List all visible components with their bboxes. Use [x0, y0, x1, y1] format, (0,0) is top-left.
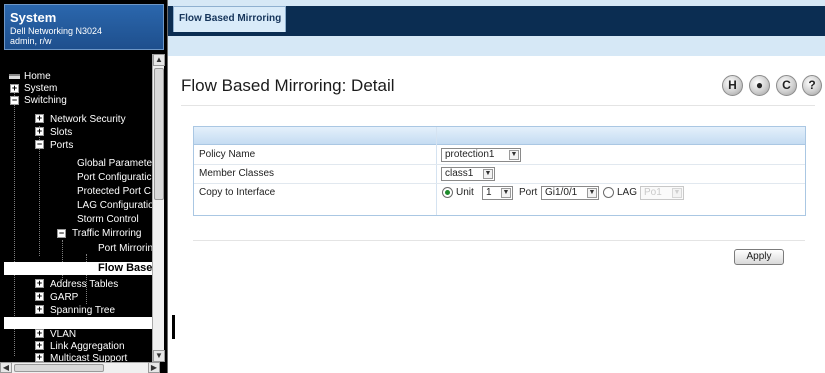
selected-row-highlight [4, 317, 152, 329]
unit-radio[interactable] [442, 187, 453, 198]
page-title: Flow Based Mirroring: Detail [181, 76, 395, 95]
chevron-down-icon: ▼ [587, 188, 597, 198]
nav-item-port-mirroring[interactable]: Port Mirrorin [98, 243, 152, 255]
apply-button[interactable]: Apply [734, 249, 784, 265]
system-header: System Dell Networking N3024 admin, r/w [4, 4, 164, 50]
nav-item-protected-port[interactable]: Protected Port C [77, 186, 151, 198]
plus-icon[interactable]: + [10, 84, 19, 93]
minus-icon[interactable]: − [57, 229, 66, 238]
nav-item-switching[interactable]: Switching [24, 95, 67, 107]
device-name: Dell Networking N3024 [10, 26, 103, 36]
port-value: Gi1/0/1 [545, 187, 578, 198]
lag-radio-label: LAG [617, 187, 638, 198]
nav-item-vlan[interactable]: VLAN [50, 329, 76, 341]
plus-icon[interactable]: + [35, 127, 44, 136]
plus-icon[interactable]: + [35, 279, 44, 288]
lag-radio[interactable] [603, 187, 614, 198]
selected-item-row: Flow Base [4, 262, 152, 275]
unit-select[interactable]: 1 ▼ [482, 186, 513, 200]
row-policy-name: Policy Name protection1 ▼ [194, 146, 805, 165]
apply-divider [193, 240, 805, 241]
nav-tree-panel: Home + System − Switching + Network Secu… [4, 54, 152, 362]
lag-value: Po1 [644, 187, 662, 198]
plus-icon[interactable]: + [35, 341, 44, 350]
plus-icon[interactable]: + [35, 329, 44, 338]
nav-item-garp[interactable]: GARP [50, 292, 78, 304]
scroll-left-icon[interactable]: ◀ [0, 362, 12, 373]
plus-icon[interactable]: + [35, 353, 44, 362]
nav-item-system[interactable]: System [24, 83, 57, 95]
chevron-down-icon: ▼ [501, 188, 511, 198]
splitter-handle[interactable] [172, 315, 175, 339]
nav-vertical-scrollbar[interactable]: ▲ ▼ [152, 54, 165, 362]
sidebar: System Dell Networking N3024 admin, r/w … [0, 0, 168, 373]
help-icon[interactable]: ? [802, 75, 822, 96]
tab-flow-based-mirroring[interactable]: Flow Based Mirroring [173, 6, 286, 32]
plus-icon[interactable]: + [35, 292, 44, 301]
title-divider [181, 105, 815, 106]
app-window: System Dell Networking N3024 admin, r/w … [0, 0, 825, 373]
minus-icon[interactable]: − [10, 96, 19, 105]
scroll-thumb[interactable] [14, 364, 104, 372]
member-classes-value: class1 [445, 168, 474, 179]
scroll-up-icon[interactable]: ▲ [153, 54, 165, 66]
member-classes-select[interactable]: class1 ▼ [441, 167, 495, 181]
nav-item-link-aggregation[interactable]: Link Aggregation [50, 341, 125, 353]
nav-tree: Home + System − Switching + Network Secu… [4, 54, 152, 362]
chevron-down-icon: ▼ [483, 169, 493, 179]
print-icon[interactable]: ● [749, 75, 770, 96]
chevron-down-icon: ▼ [672, 188, 682, 198]
chevron-down-icon: ▼ [509, 150, 519, 160]
lag-select[interactable]: Po1 ▼ [640, 186, 684, 200]
copy-to-interface-label: Copy to Interface [199, 187, 276, 198]
nav-item-network-security[interactable]: Network Security [50, 114, 126, 126]
policy-name-value: protection1 [445, 149, 495, 160]
minus-icon[interactable]: − [35, 140, 44, 149]
nav-item-home[interactable]: Home [24, 71, 51, 83]
nav-horizontal-scrollbar[interactable]: ◀ ▶ [0, 362, 160, 373]
nav-item-storm-control[interactable]: Storm Control [77, 214, 139, 226]
nav-item-global-parameters[interactable]: Global Paramete [77, 158, 152, 170]
policy-name-label: Policy Name [199, 149, 256, 160]
nav-item-traffic-mirroring[interactable]: Traffic Mirroring [72, 228, 141, 240]
nav-item-spanning-tree[interactable]: Spanning Tree [50, 305, 115, 317]
user-info: admin, r/w [10, 36, 52, 46]
unit-value: 1 [486, 187, 492, 198]
port-label: Port [519, 187, 538, 198]
system-title: System [10, 10, 57, 25]
form-header [194, 127, 805, 145]
detail-form: Policy Name protection1 ▼ Member Classes… [193, 126, 806, 216]
nav-item-port-configuration[interactable]: Port Configuratic [77, 172, 151, 184]
policy-name-select[interactable]: protection1 ▼ [441, 148, 521, 162]
nav-item-ports[interactable]: Ports [50, 140, 73, 152]
row-copy-to-interface: Copy to Interface Unit 1 ▼ Port Gi1/0/1 … [194, 184, 805, 203]
nav-item-flow-based-mirroring[interactable]: Flow Base [98, 262, 152, 274]
row-member-classes: Member Classes class1 ▼ [194, 165, 805, 184]
tab-bar: Flow Based Mirroring [168, 0, 825, 56]
plus-icon[interactable]: + [35, 114, 44, 123]
plus-icon[interactable]: + [35, 305, 44, 314]
home-icon [9, 74, 20, 79]
nav-item-lag-configuration[interactable]: LAG Configuratio [77, 200, 152, 212]
scroll-down-icon[interactable]: ▼ [153, 350, 165, 362]
nav-item-multicast-support[interactable]: Multicast Support [50, 353, 127, 362]
tree-connector [14, 86, 15, 356]
member-classes-label: Member Classes [199, 168, 275, 179]
refresh-icon[interactable]: C [776, 75, 797, 96]
port-select[interactable]: Gi1/0/1 ▼ [541, 186, 599, 200]
save-icon[interactable]: H [722, 75, 743, 96]
unit-radio-label: Unit [456, 187, 474, 198]
scroll-right-icon[interactable]: ▶ [148, 362, 160, 373]
scroll-thumb[interactable] [154, 68, 164, 200]
nav-item-slots[interactable]: Slots [50, 127, 72, 139]
nav-item-address-tables[interactable]: Address Tables [50, 279, 118, 291]
